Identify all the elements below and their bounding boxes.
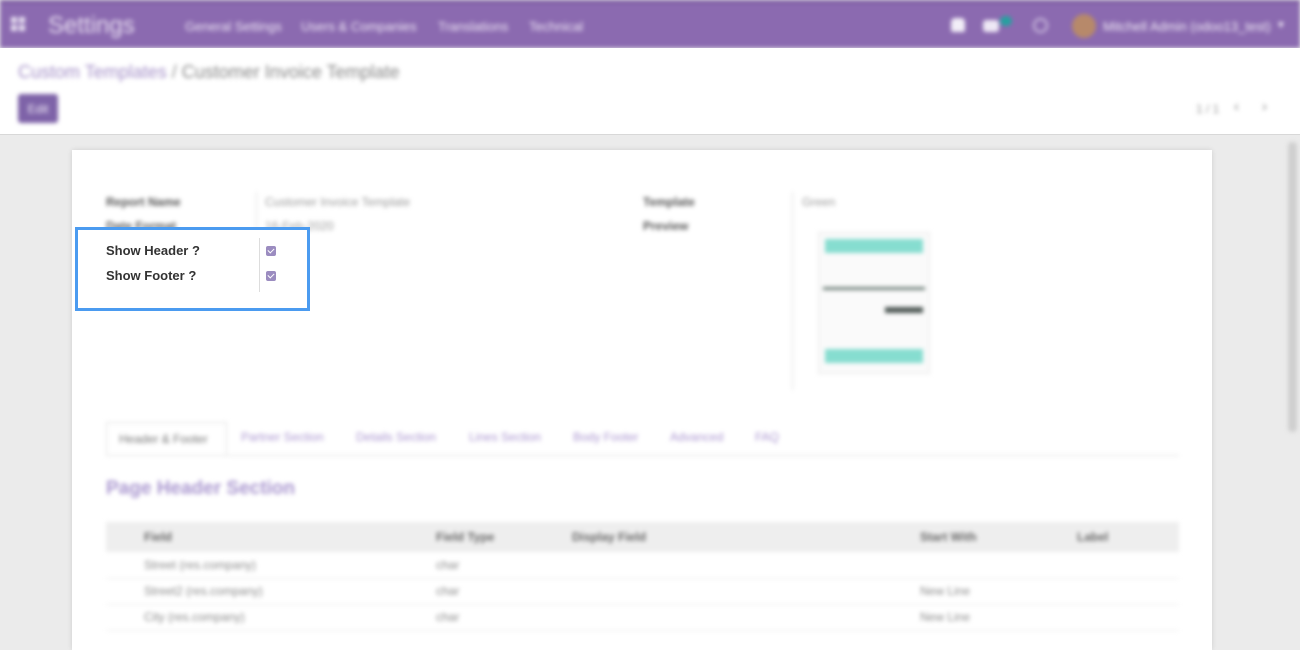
column-header[interactable]: Field [144,530,172,544]
preview-label: Preview [643,219,689,233]
menu-users-companies[interactable]: Users & Companies [301,19,417,34]
pager-value[interactable]: 1 / 1 [1196,102,1219,116]
table-cell: char [436,558,460,572]
column-header[interactable]: Field Type [436,530,494,544]
pager-next-icon[interactable]: › [1262,98,1267,115]
table-cell: New Line [920,610,971,624]
table-cell: New Line [920,584,971,598]
menu-general-settings[interactable]: General Settings [185,19,282,34]
edit-button[interactable]: Edit [18,94,58,123]
table-cell: char [436,584,460,598]
table-header: Field Field Type Display Field Start Wit… [106,522,1179,552]
report-name-label: Report Name [106,195,181,209]
show-footer-label: Show Footer ? [106,268,197,283]
breadcrumb-separator: / [171,62,177,82]
scrollbar[interactable] [1288,142,1297,432]
notification-badge [1000,16,1012,26]
user-menu[interactable]: Mitchell Admin (odoo13_test) [1103,19,1271,34]
table-row[interactable]: City (res.company) char New Line [106,604,1179,631]
tab-partner-section[interactable]: Partner Section [241,430,324,444]
table-row[interactable]: Street2 (res.company) char New Line [106,578,1179,605]
tab-label: Header & Footer [119,432,208,446]
avatar[interactable] [1072,14,1096,38]
top-navbar: Settings General Settings Users & Compan… [0,0,1300,48]
show-header-checkbox[interactable] [266,246,276,256]
pager-previous-icon[interactable]: ‹ [1234,98,1239,115]
show-header-label: Show Header ? [106,243,200,258]
menu-technical[interactable]: Technical [529,19,583,34]
table-row[interactable]: Street (res.company) char [106,552,1179,579]
apps-menu-icon[interactable] [11,17,25,31]
table-cell: char [436,610,460,624]
breadcrumb-parent[interactable]: Custom Templates [18,62,167,82]
template-value[interactable]: Green [802,195,835,209]
field-divider [259,238,260,292]
template-preview-image [818,232,930,374]
section-title: Page Header Section [106,478,296,499]
report-name-value[interactable]: Customer Invoice Template [265,195,410,209]
field-divider [792,192,793,390]
column-header[interactable]: Display Field [572,530,646,544]
tab-header-footer[interactable]: Header & Footer [106,422,227,455]
template-label: Template [643,195,695,209]
column-header[interactable]: Start With [920,530,977,544]
table-cell: Street (res.company) [144,558,257,572]
tab-details-section[interactable]: Details Section [356,430,436,444]
tab-lines-section[interactable]: Lines Section [469,430,541,444]
show-footer-checkbox[interactable] [266,271,276,281]
tab-advanced[interactable]: Advanced [670,430,723,444]
breadcrumb-current: Customer Invoice Template [181,62,400,82]
highlight-box: Show Header ? Show Footer ? [75,227,310,311]
clock-icon[interactable] [1033,18,1048,33]
tab-faq[interactable]: FAQ [755,430,779,444]
chat-icon[interactable] [983,20,999,32]
chevron-down-icon[interactable]: ▼ [1276,20,1286,31]
breadcrumb: Custom Templates / Customer Invoice Temp… [18,62,400,83]
app-title: Settings [48,12,135,39]
menu-translations[interactable]: Translations [438,19,508,34]
bell-icon[interactable] [951,18,965,32]
control-panel: Custom Templates / Customer Invoice Temp… [0,48,1300,135]
column-header[interactable]: Label [1077,530,1108,544]
notebook-tabs: Header & Footer Partner Section Details … [106,422,1179,456]
tab-body-footer[interactable]: Body Footer [573,430,638,444]
table-cell: Street2 (res.company) [144,584,263,598]
table-cell: City (res.company) [144,610,245,624]
